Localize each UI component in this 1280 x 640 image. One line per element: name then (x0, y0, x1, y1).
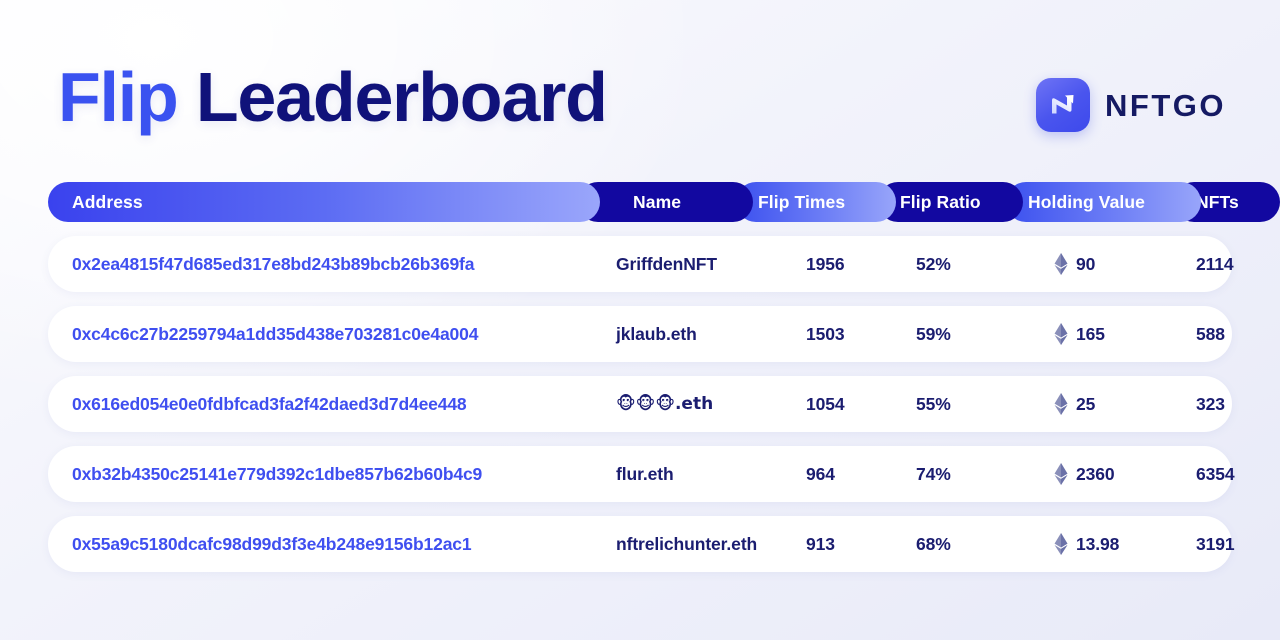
cell-nfts: 2114 (1196, 253, 1234, 274)
cell-flip-times: 1956 (806, 253, 845, 274)
page-title: Flip Leaderboard (58, 62, 608, 132)
column-header-address-label: Address (72, 191, 143, 212)
table-header-row: Address Name Flip Times Flip Ratio Holdi… (48, 182, 1280, 222)
ethereum-icon (1054, 393, 1068, 415)
nftgo-logo-icon (1036, 78, 1090, 132)
cell-flip-ratio: 68% (916, 533, 951, 554)
table-row[interactable]: 0xc4c6c27b2259794a1dd35d438e703281c0e4a0… (48, 306, 1232, 362)
column-header-address[interactable]: Address (48, 182, 600, 222)
table-row[interactable]: 0x55a9c5180dcafc98d99d3f3e4b248e9156b12a… (48, 516, 1235, 572)
table-row[interactable]: 0x2ea4815f47d685ed317e8bd243b89bcb26b369… (48, 236, 1234, 292)
cell-holding-value: 2360 (1054, 446, 1115, 502)
cell-holding-value: 25 (1054, 376, 1095, 432)
table-body: 0x2ea4815f47d685ed317e8bd243b89bcb26b369… (48, 236, 1235, 572)
cell-name[interactable]: GriffdenNFT (616, 236, 717, 292)
ethereum-icon (1054, 323, 1068, 345)
leaderboard-table: Address Name Flip Times Flip Ratio Holdi… (48, 182, 1280, 586)
holding-value-text: 25 (1076, 393, 1096, 414)
brand-name: NFTGO (1105, 87, 1226, 123)
table-row[interactable]: 0xb32b4350c25141e779d392c1dbe857b62b60b4… (48, 446, 1235, 502)
cell-nfts: 588 (1196, 323, 1225, 344)
column-header-holding-value[interactable]: Holding Value (1006, 182, 1201, 222)
cell-flip-ratio: 59% (916, 323, 951, 344)
cell-address[interactable]: 0xc4c6c27b2259794a1dd35d438e703281c0e4a0… (72, 306, 478, 362)
cell-nfts: 323 (1196, 393, 1225, 414)
column-header-flip-ratio-label: Flip Ratio (900, 191, 981, 212)
holding-value-text: 13.98 (1076, 533, 1120, 554)
cell-nfts: 6354 (1196, 463, 1235, 484)
cell-address[interactable]: 0xb32b4350c25141e779d392c1dbe857b62b60b4… (72, 446, 482, 502)
page-title-rest: Leaderboard (177, 58, 608, 136)
cell-holding-value: 13.98 (1054, 516, 1119, 572)
cell-nfts: 3191 (1196, 533, 1235, 554)
cell-flip-ratio: 74% (916, 463, 951, 484)
column-header-name[interactable]: Name (578, 182, 753, 222)
cell-name[interactable]: flur.eth (616, 446, 674, 502)
holding-value-text: 2360 (1076, 463, 1115, 484)
column-header-flip-times[interactable]: Flip Times (736, 182, 896, 222)
cell-flip-times: 913 (806, 533, 835, 554)
column-header-flip-times-label: Flip Times (758, 191, 846, 212)
column-header-nfts-label: NFTs (1196, 191, 1239, 212)
cell-flip-times: 964 (806, 463, 835, 484)
cell-name[interactable]: 🐵🐵🐵.eth (616, 376, 713, 432)
cell-flip-times: 1054 (806, 393, 845, 414)
cell-address[interactable]: 0x2ea4815f47d685ed317e8bd243b89bcb26b369… (72, 236, 474, 292)
cell-holding-value: 90 (1054, 236, 1095, 292)
column-header-holding-value-label: Holding Value (1028, 191, 1146, 212)
ethereum-icon (1054, 533, 1068, 555)
column-header-name-label: Name (633, 191, 682, 212)
leaderboard-page: Flip Leaderboard NFTGO Address Name Flip… (0, 0, 1280, 640)
table-row[interactable]: 0x616ed054e0e0fdbfcad3fa2f42daed3d7d4ee4… (48, 376, 1232, 432)
holding-value-text: 165 (1076, 323, 1105, 344)
cell-holding-value: 165 (1054, 306, 1105, 362)
ethereum-icon (1054, 253, 1068, 275)
page-title-accent: Flip (58, 58, 179, 136)
brand-logo: NFTGO (1036, 78, 1226, 132)
column-header-flip-ratio[interactable]: Flip Ratio (878, 182, 1023, 222)
cell-flip-ratio: 55% (916, 393, 951, 414)
holding-value-text: 90 (1076, 253, 1096, 274)
cell-name[interactable]: jklaub.eth (616, 306, 697, 362)
ethereum-icon (1054, 463, 1068, 485)
cell-address[interactable]: 0x616ed054e0e0fdbfcad3fa2f42daed3d7d4ee4… (72, 376, 467, 432)
cell-flip-times: 1503 (806, 323, 845, 344)
cell-address[interactable]: 0x55a9c5180dcafc98d99d3f3e4b248e9156b12a… (72, 516, 472, 572)
cell-flip-ratio: 52% (916, 253, 951, 274)
cell-name[interactable]: nftrelichunter.eth (616, 516, 757, 572)
page-header: Flip Leaderboard NFTGO (0, 0, 1280, 168)
